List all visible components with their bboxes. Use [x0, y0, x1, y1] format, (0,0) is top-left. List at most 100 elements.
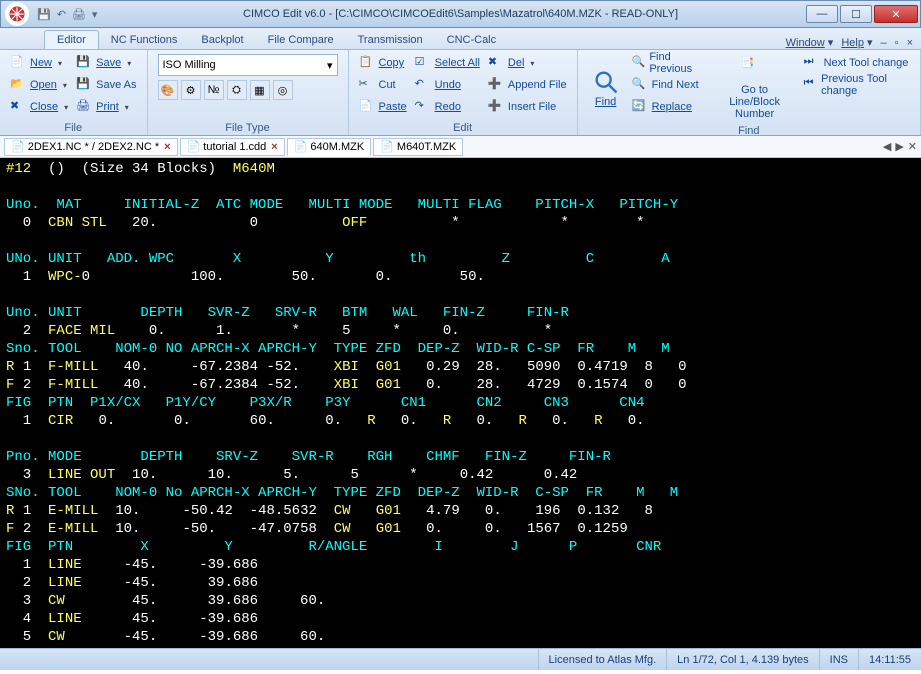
replace-button[interactable]: 🔄Replace [628, 96, 710, 118]
new-button[interactable]: 📄New▾ [6, 52, 72, 74]
close-button[interactable]: ✕ [874, 5, 918, 23]
document-tab-label: 2DEX1.NC * / 2DEX2.NC * [28, 141, 159, 153]
document-tab-label: M640T.MZK [397, 141, 456, 153]
dropdown-icon: ▾ [327, 59, 333, 72]
tab-nc-functions[interactable]: NC Functions [99, 31, 190, 49]
append-icon: ➕ [488, 77, 504, 93]
ft-other-icon[interactable]: ◎ [273, 80, 293, 100]
help-menu[interactable]: Help ▾ [841, 36, 872, 49]
open-button[interactable]: 📂Open▾ [6, 74, 72, 96]
print-button[interactable]: 🖨Print▾ [72, 96, 140, 118]
qat-dropdown-icon[interactable]: ▾ [92, 8, 98, 21]
find-prev-icon: 🔍 [632, 55, 646, 71]
insert-icon: ➕ [488, 99, 504, 115]
goto-icon: 📑 [741, 56, 769, 84]
qat-save-icon[interactable]: 💾 [37, 8, 51, 21]
qat-print-icon[interactable]: 🖨 [72, 8, 86, 21]
filetype-select[interactable]: ISO Milling ▾ [158, 54, 338, 76]
ft-machine-icon[interactable]: ⛭ [227, 80, 247, 100]
ft-global-icon[interactable]: ⚙ [181, 80, 201, 100]
paste-button[interactable]: 📄Paste [355, 96, 411, 118]
tab-cnc-calc[interactable]: CNC-Calc [435, 31, 509, 49]
close-tab-icon[interactable]: × [162, 141, 170, 153]
file-icon: 📄 [294, 140, 308, 153]
maximize-button[interactable]: ☐ [840, 5, 872, 23]
file-icon: 📄 [380, 140, 394, 153]
close-file-button[interactable]: ✖Close▾ [6, 96, 72, 118]
document-tab-label: 640M.MZK [310, 141, 364, 153]
ft-colors-icon[interactable]: 🎨 [158, 80, 178, 100]
file-icon: 📄 [187, 140, 201, 153]
ft-template-icon[interactable]: ▦ [250, 80, 270, 100]
qat-undo-icon[interactable]: ↶ [57, 8, 66, 21]
copy-icon: 📋 [359, 55, 375, 71]
insert-button[interactable]: ➕Insert File [484, 96, 571, 118]
find-previous-button[interactable]: 🔍Find Previous [628, 52, 710, 74]
status-insert-mode[interactable]: INS [819, 649, 858, 670]
document-tab[interactable]: 📄M640T.MZK [373, 138, 463, 156]
saveas-icon: 💾 [76, 77, 92, 93]
next-tool-icon: ⏭ [804, 55, 820, 71]
cut-button[interactable]: ✂Cut [355, 74, 411, 96]
tab-backplot[interactable]: Backplot [189, 31, 255, 49]
copy-button[interactable]: 📋Copy [355, 52, 411, 74]
next-toolchange-button[interactable]: ⏭Next Tool change [800, 52, 914, 74]
find-next-icon: 🔍 [632, 77, 648, 93]
status-license: Licensed to Atlas Mfg. [538, 649, 667, 670]
ribbon: 📄New▾ 📂Open▾ ✖Close▾ 💾Save▾ 💾Save As 🖨Pr… [0, 50, 921, 136]
filetype-icons: 🎨 ⚙ № ⛭ ▦ ◎ [158, 80, 338, 100]
file-icon: 📄 [11, 140, 25, 153]
redo-icon: ↷ [415, 99, 431, 115]
code-editor[interactable]: #12 () (Size 34 Blocks) M640M Uno. MAT I… [0, 158, 921, 648]
append-button[interactable]: ➕Append File [484, 74, 571, 96]
save-icon: 💾 [76, 55, 92, 71]
ribbon-minimize-icon[interactable]: – [881, 37, 887, 49]
selectall-icon: ☑ [415, 55, 431, 71]
del-button[interactable]: ✖Del▾ [484, 52, 571, 74]
status-position: Ln 1/72, Col 1, 4.139 bytes [666, 649, 818, 670]
paste-icon: 📄 [359, 99, 375, 115]
window-title: CIMCO Edit v6.0 - [C:\CIMCO\CIMCOEdit6\S… [243, 8, 678, 20]
delete-icon: ✖ [488, 55, 504, 71]
quick-access-toolbar: 💾 ↶ 🖨 ▾ [37, 8, 97, 21]
saveas-button[interactable]: 💾Save As [72, 74, 140, 96]
find-button[interactable]: Find [584, 52, 628, 124]
new-file-icon: 📄 [10, 55, 26, 71]
goto-line-button[interactable]: 📑 Go to Line/Block Number [710, 52, 800, 124]
group-label: Find [584, 124, 914, 138]
minimize-button[interactable]: — [806, 5, 838, 23]
document-tab[interactable]: 📄640M.MZK [287, 138, 372, 156]
prev-toolchange-button[interactable]: ⏮Previous Tool change [800, 74, 914, 96]
titlebar: 💾 ↶ 🖨 ▾ CIMCO Edit v6.0 - [C:\CIMCO\CIMC… [0, 0, 921, 28]
find-next-button[interactable]: 🔍Find Next [628, 74, 710, 96]
selectall-button[interactable]: ☑Select All [411, 52, 484, 74]
ribbon-close-icon[interactable]: × [907, 37, 913, 49]
window-menu[interactable]: Window ▾ [786, 36, 834, 49]
open-folder-icon: 📂 [10, 77, 26, 93]
document-tab[interactable]: 📄tutorial 1.cdd× [180, 138, 285, 156]
ribbon-restore-icon[interactable]: ▫ [895, 37, 899, 49]
prev-tool-icon: ⏮ [804, 77, 818, 93]
print-icon: 🖨 [76, 99, 92, 115]
close-tab-icon[interactable]: × [269, 141, 277, 153]
close-file-icon: ✖ [10, 99, 26, 115]
document-tab[interactable]: 📄2DEX1.NC * / 2DEX2.NC *× [4, 138, 178, 156]
document-tabstrip: 📄2DEX1.NC * / 2DEX2.NC *×📄tutorial 1.cdd… [0, 136, 921, 158]
save-button[interactable]: 💾Save▾ [72, 52, 140, 74]
tab-scroll-right-icon[interactable]: ▶ [895, 140, 903, 153]
tab-scroll-left-icon[interactable]: ◀ [883, 140, 891, 153]
group-file: 📄New▾ 📂Open▾ ✖Close▾ 💾Save▾ 💾Save As 🖨Pr… [0, 50, 148, 135]
undo-icon: ↶ [415, 77, 431, 93]
filetype-value: ISO Milling [163, 59, 216, 71]
tab-file-compare[interactable]: File Compare [256, 31, 346, 49]
group-label: File [6, 121, 141, 135]
undo-button[interactable]: ↶Undo [411, 74, 484, 96]
ft-numbers-icon[interactable]: № [204, 80, 224, 100]
app-menu-button[interactable] [5, 2, 29, 26]
tab-editor[interactable]: Editor [44, 30, 99, 49]
tab-close-icon[interactable]: ✕ [908, 140, 917, 153]
tab-transmission[interactable]: Transmission [346, 31, 435, 49]
redo-button[interactable]: ↷Redo [411, 96, 484, 118]
statusbar: Licensed to Atlas Mfg. Ln 1/72, Col 1, 4… [0, 648, 921, 670]
group-filetype: ISO Milling ▾ 🎨 ⚙ № ⛭ ▦ ◎ File Type [148, 50, 349, 135]
